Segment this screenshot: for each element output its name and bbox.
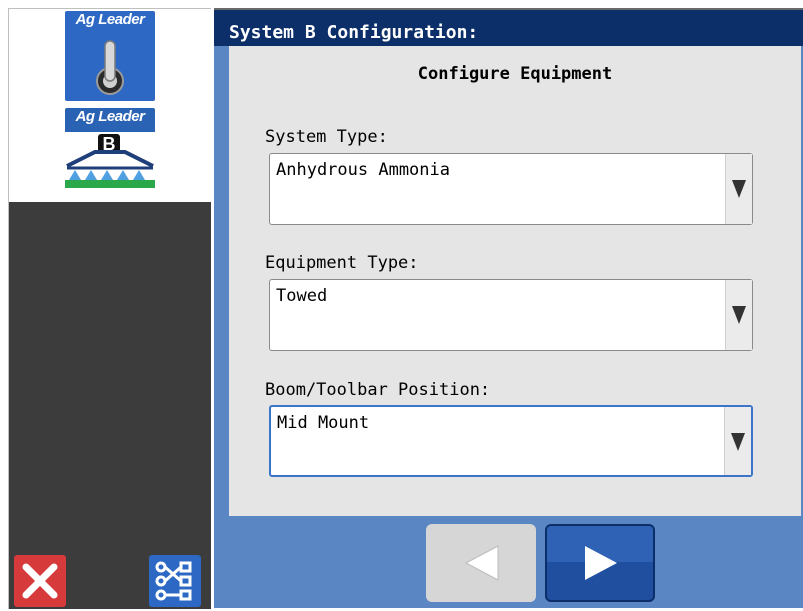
equipment-type-label: Equipment Type: xyxy=(265,253,419,273)
dropdown-arrow-icon[interactable] xyxy=(725,280,752,350)
system-b-icon: Ag Leader B xyxy=(65,108,155,198)
equipment-type-dropdown[interactable]: Towed xyxy=(269,279,753,351)
close-icon xyxy=(22,563,58,599)
dropdown-arrow-icon[interactable] xyxy=(725,154,752,224)
next-button[interactable] xyxy=(545,524,655,602)
system-type-value: Anhydrous Ammonia xyxy=(276,160,450,180)
brand-label: Ag Leader xyxy=(75,108,145,125)
previous-button[interactable] xyxy=(426,524,536,602)
boom-toolbar-position-value: Mid Mount xyxy=(277,413,370,433)
page-title: System B Configuration: xyxy=(214,8,803,46)
brand-label: Ag Leader xyxy=(75,11,145,28)
ag-leader-switch-icon: Ag Leader xyxy=(65,11,155,101)
configuration-button[interactable] xyxy=(149,555,201,607)
sidebar-tile-ag-leader-switch[interactable]: Ag Leader xyxy=(9,9,211,106)
main-panel: System B Configuration: Configure Equipm… xyxy=(214,8,803,608)
system-type-label: System Type: xyxy=(265,127,388,147)
dropdown-arrow-icon[interactable] xyxy=(724,407,751,475)
configuration-tree-icon xyxy=(155,561,192,601)
sidebar: Ag Leader Ag Leader B xyxy=(8,8,211,609)
configure-equipment-panel: Configure Equipment System Type: Anhydro… xyxy=(229,46,801,516)
boom-toolbar-position-dropdown[interactable]: Mid Mount xyxy=(269,405,753,477)
equipment-type-value: Towed xyxy=(276,286,328,306)
sidebar-tile-system-b[interactable]: Ag Leader B xyxy=(9,106,211,202)
cancel-button[interactable] xyxy=(14,555,66,607)
section-title: Configure Equipment xyxy=(417,64,613,84)
boom-toolbar-position-label: Boom/Toolbar Position: xyxy=(265,380,491,400)
triangle-left-icon xyxy=(464,545,499,581)
triangle-right-icon xyxy=(585,546,617,580)
system-type-dropdown[interactable]: Anhydrous Ammonia xyxy=(269,153,753,225)
